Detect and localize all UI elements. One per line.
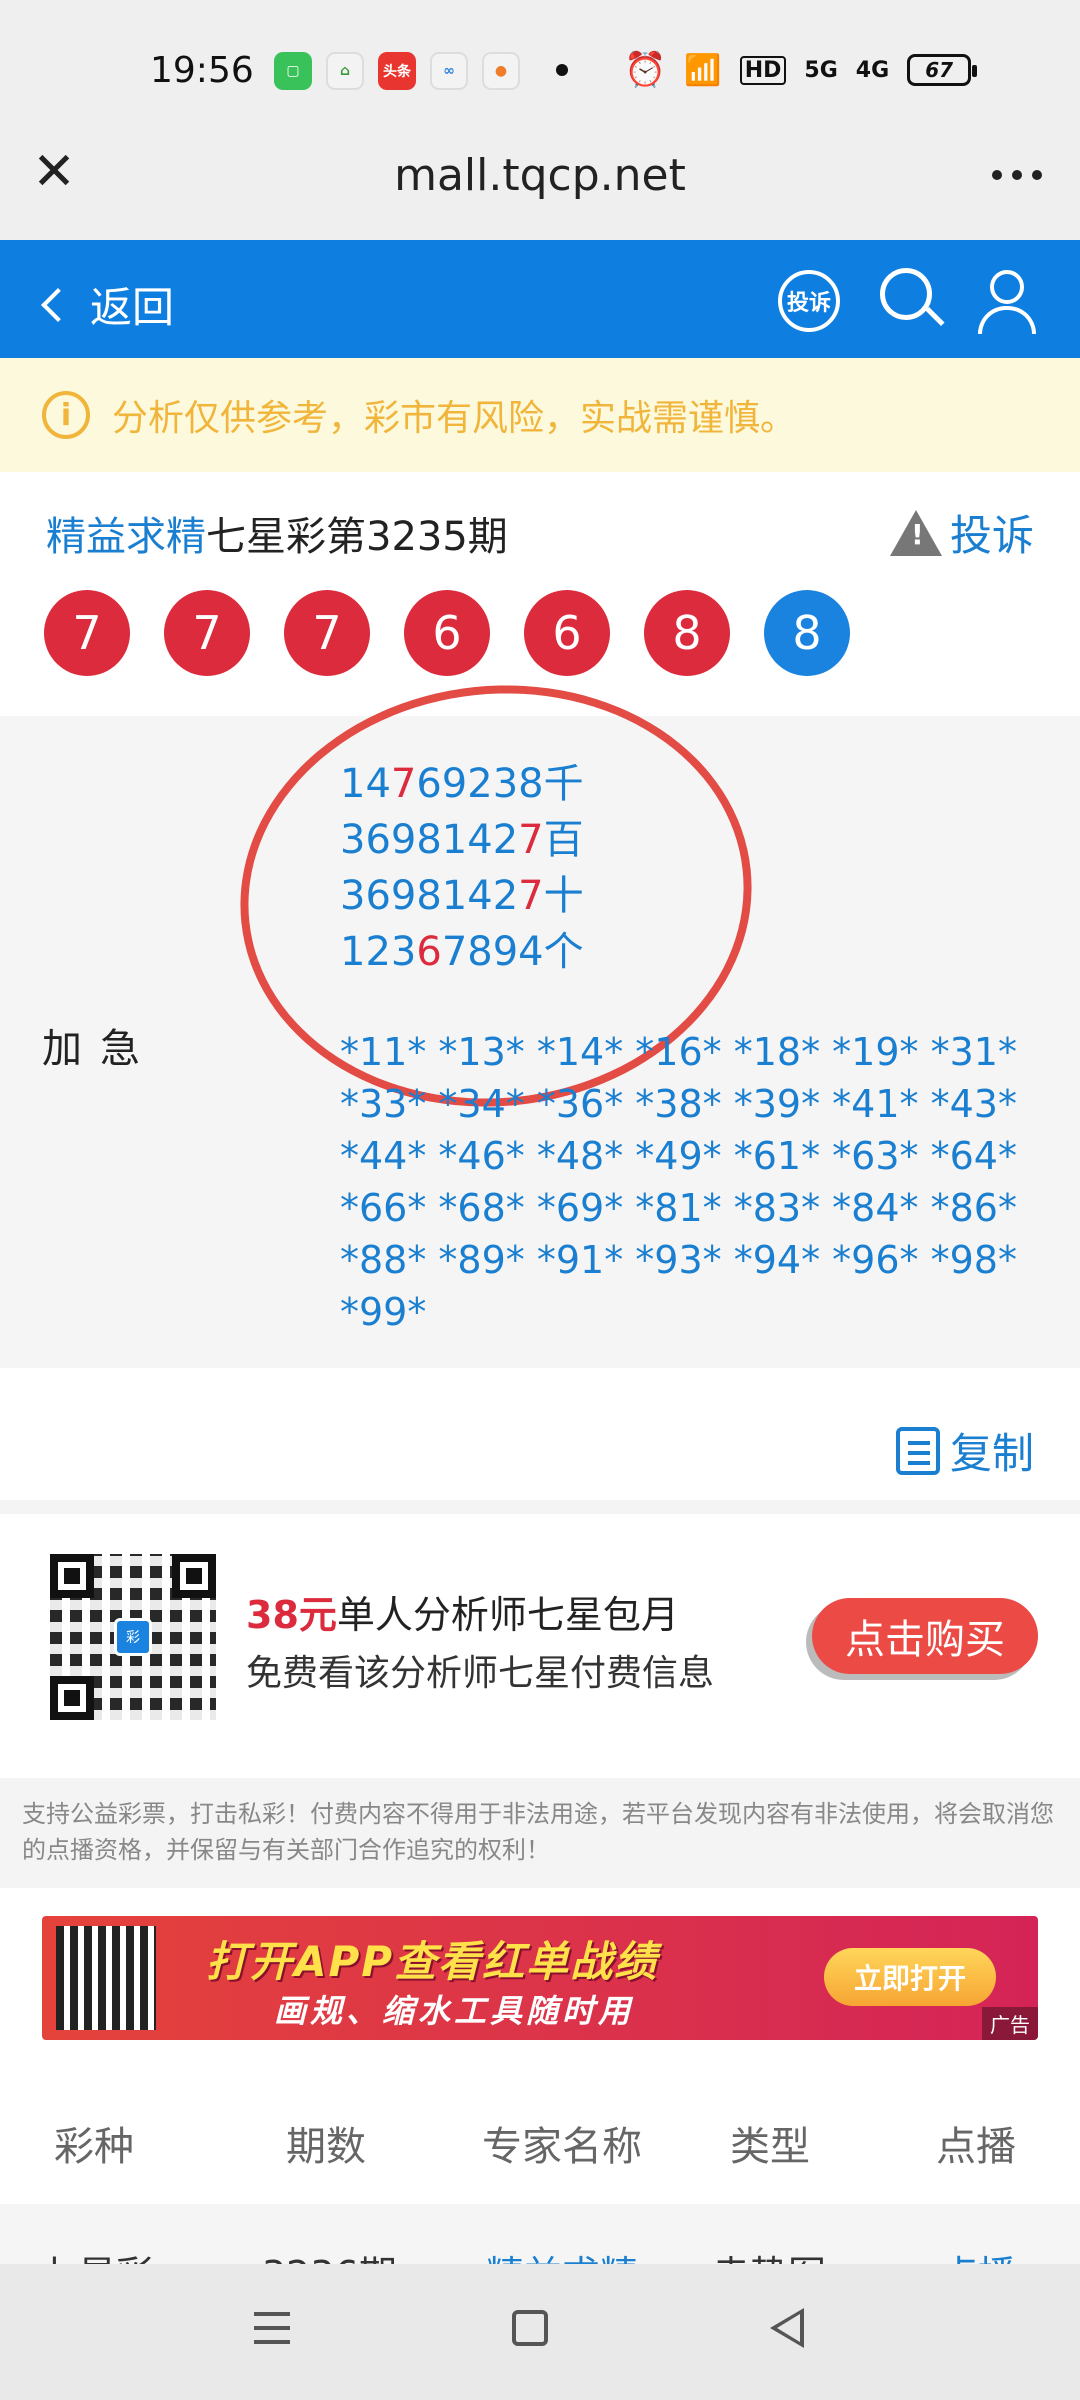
analysis-content: 加急 14769238千 36981427百 36981427十 1236789…: [0, 660, 1080, 1368]
urgent-label: 加急: [42, 1026, 158, 1072]
home-app-icon: ⌂: [326, 52, 364, 90]
copy-button[interactable]: 复制: [895, 1420, 1034, 1481]
buy-button[interactable]: 点击购买: [812, 1598, 1038, 1674]
banner-subtitle: 画规、缩水工具随时用: [274, 1992, 635, 2030]
number-line-thousands: 14769238千: [340, 761, 584, 807]
signal-4g: 4G: [855, 57, 890, 83]
maps-icon: ●: [482, 52, 520, 90]
cell-expert[interactable]: 精益求精: [486, 2244, 638, 2264]
status-time: 19:56: [150, 50, 254, 91]
number-line-tens: 36981427十: [340, 873, 584, 919]
cell-play[interactable]: 点播: [940, 2244, 1016, 2264]
combo-numbers: *11* *13* *14* *16* *18* *19* *31* *33* …: [340, 1030, 1017, 1334]
ad-label: 广告: [982, 2007, 1038, 2040]
back-button[interactable]: 返回: [41, 274, 175, 335]
baidu-netdisk-icon: ∞: [430, 52, 468, 90]
alarm-icon: ⏰: [624, 50, 667, 90]
column-header: 彩种: [54, 2124, 134, 2170]
banner-qr-code: [56, 1926, 156, 2030]
number-ball: 7: [44, 590, 130, 676]
subscription-section: 彩 38元单人分析师七星包月 免费看该分析师七星付费信息 点击购买: [0, 1514, 1080, 1778]
messages-icon: ▢: [274, 52, 312, 90]
browser-url: mall.tqcp.net: [394, 150, 686, 201]
copy-icon: [895, 1426, 940, 1475]
back-label: 返回: [90, 283, 175, 332]
toutiao-icon: 头条: [378, 52, 416, 90]
home-icon[interactable]: [512, 2310, 548, 2346]
position-numbers: 14769238千 36981427百 36981427十 12367894个: [340, 756, 584, 980]
number-ball: 7: [164, 590, 250, 676]
app-promo-banner[interactable]: 打开APP查看红单战绩 画规、缩水工具随时用 立即打开 广告: [42, 1916, 1038, 2040]
qr-logo: 彩: [114, 1618, 152, 1656]
number-ball: 6: [524, 590, 610, 676]
notification-dot: [556, 64, 568, 76]
number-ball: 7: [284, 590, 370, 676]
number-line-ones: 12367894个: [340, 929, 584, 975]
copy-label: 复制: [949, 1429, 1034, 1478]
column-header: 专家名称: [482, 2124, 642, 2170]
page-title: 精益求精七星彩第3235期: [46, 504, 508, 562]
subscription-price: 38元: [246, 1593, 337, 1637]
section-divider: [0, 1500, 1080, 1514]
system-navigation-bar: [0, 2264, 1080, 2400]
issue-label: 七星彩第3235期: [206, 514, 508, 560]
subscription-description: 免费看该分析师七星付费信息: [246, 1653, 715, 1694]
status-right-indicators: ⏰ 📶 HD 5G 4G 67: [624, 50, 978, 90]
number-ball: 8: [644, 590, 730, 676]
subscription-title: 38元单人分析师七星包月: [246, 1593, 679, 1637]
menu-icon[interactable]: [254, 2312, 290, 2316]
disclaimer: 支持公益彩票，打击私彩！付费内容不得用于非法用途，若平台发现内容有非法使用，将会…: [0, 1778, 1080, 1888]
report-label: 投诉: [949, 511, 1034, 560]
cell-issue: 3236期: [262, 2244, 397, 2264]
warning-text: 分析仅供参考，彩市有风险，实战需谨慎。: [112, 398, 797, 439]
author-name[interactable]: 精益求精: [46, 514, 206, 560]
title-row: 精益求精七星彩第3235期 投诉: [0, 490, 1080, 570]
complain-icon[interactable]: 投诉: [778, 270, 840, 332]
column-header: 点播: [936, 2124, 1016, 2170]
nav-bar: 返回 投诉: [0, 240, 1080, 358]
more-options-icon[interactable]: [992, 170, 1042, 180]
battery-icon: 67: [907, 54, 978, 86]
table-row[interactable]: 七星彩 3236期 精益求精 走势图 点播: [0, 2204, 1080, 2264]
cell-type: 走势图: [712, 2244, 826, 2264]
number-ball: 6: [404, 590, 490, 676]
column-header: 期数: [286, 2124, 366, 2170]
copy-row: 复制: [0, 1368, 1080, 1500]
result-balls: 7 7 7 6 6 8 8: [44, 590, 850, 676]
cell-lottery: 七星彩: [40, 2244, 154, 2264]
special-number-ball: 8: [764, 590, 850, 676]
chevron-left-icon: [41, 287, 75, 322]
info-icon: i: [42, 391, 90, 439]
warning-triangle-icon: [889, 509, 942, 556]
wifi-icon: 📶: [684, 52, 722, 88]
open-app-button[interactable]: 立即打开: [824, 1948, 996, 2006]
table-header: 彩种 期数 专家名称 类型 点播: [0, 2074, 1080, 2204]
signal-5g: 5G: [804, 57, 838, 83]
banner-title: 打开APP查看红单战绩: [206, 1937, 659, 1986]
hd-indicator: HD: [739, 55, 787, 85]
number-line-hundreds: 36981427百: [340, 817, 584, 863]
column-header: 类型: [730, 2124, 810, 2170]
browser-header: ✕ mall.tqcp.net: [0, 110, 1080, 240]
status-app-icons: ▢ ⌂ 头条 ∞ ●: [274, 52, 520, 90]
risk-warning: i 分析仅供参考，彩市有风险，实战需谨慎。: [0, 358, 1080, 472]
back-triangle-icon[interactable]: [770, 2308, 804, 2348]
report-button[interactable]: 投诉: [889, 502, 1034, 563]
